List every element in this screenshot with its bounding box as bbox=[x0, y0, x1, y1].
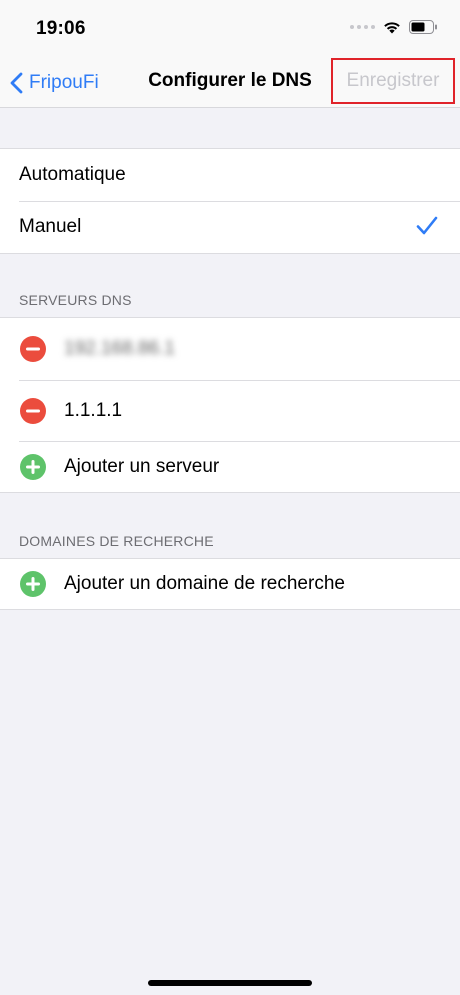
mode-option-label: Manuel bbox=[19, 216, 82, 237]
status-time: 19:06 bbox=[36, 18, 86, 39]
dns-server-row[interactable]: 192.168.86.1 bbox=[0, 318, 460, 380]
status-icons bbox=[350, 20, 438, 34]
add-icon[interactable] bbox=[20, 571, 46, 597]
home-indicator[interactable] bbox=[148, 980, 312, 986]
dns-servers-header: SERVEURS DNS bbox=[19, 292, 132, 308]
signal-icon bbox=[350, 25, 375, 29]
dns-server-address[interactable]: 1.1.1.1 bbox=[64, 400, 122, 422]
add-server-label: Ajouter un serveur bbox=[64, 455, 220, 477]
dns-mode-group: Automatique Manuel bbox=[0, 148, 460, 254]
dns-servers-group: 192.168.86.1 1.1.1.1 Ajouter un serveur bbox=[0, 317, 460, 493]
add-search-domain-label: Ajouter un domaine de recherche bbox=[64, 573, 345, 594]
mode-option-manual[interactable]: Manuel bbox=[0, 201, 460, 253]
dns-server-row[interactable]: 1.1.1.1 bbox=[0, 380, 460, 441]
navigation-bar: FripouFi Configurer le DNS Enregistrer bbox=[0, 58, 460, 108]
status-bar: 19:06 bbox=[0, 0, 460, 58]
add-icon[interactable] bbox=[20, 453, 46, 480]
add-server-row[interactable]: Ajouter un serveur bbox=[0, 441, 460, 492]
checkmark-icon bbox=[416, 216, 438, 235]
add-search-domain-row[interactable]: Ajouter un domaine de recherche bbox=[0, 559, 460, 609]
wifi-icon bbox=[384, 21, 400, 33]
save-label: Enregistrer bbox=[346, 70, 440, 91]
battery-icon bbox=[409, 20, 437, 34]
dns-server-address[interactable]: 192.168.86.1 bbox=[64, 338, 175, 360]
delete-server-icon[interactable] bbox=[20, 336, 46, 362]
mode-option-label: Automatique bbox=[19, 164, 126, 185]
save-button[interactable]: Enregistrer bbox=[331, 58, 455, 104]
search-domains-header: DOMAINES DE RECHERCHE bbox=[19, 533, 214, 549]
mode-option-automatic[interactable]: Automatique bbox=[0, 149, 460, 201]
delete-server-icon[interactable] bbox=[20, 397, 46, 424]
search-domains-group: Ajouter un domaine de recherche bbox=[0, 558, 460, 610]
